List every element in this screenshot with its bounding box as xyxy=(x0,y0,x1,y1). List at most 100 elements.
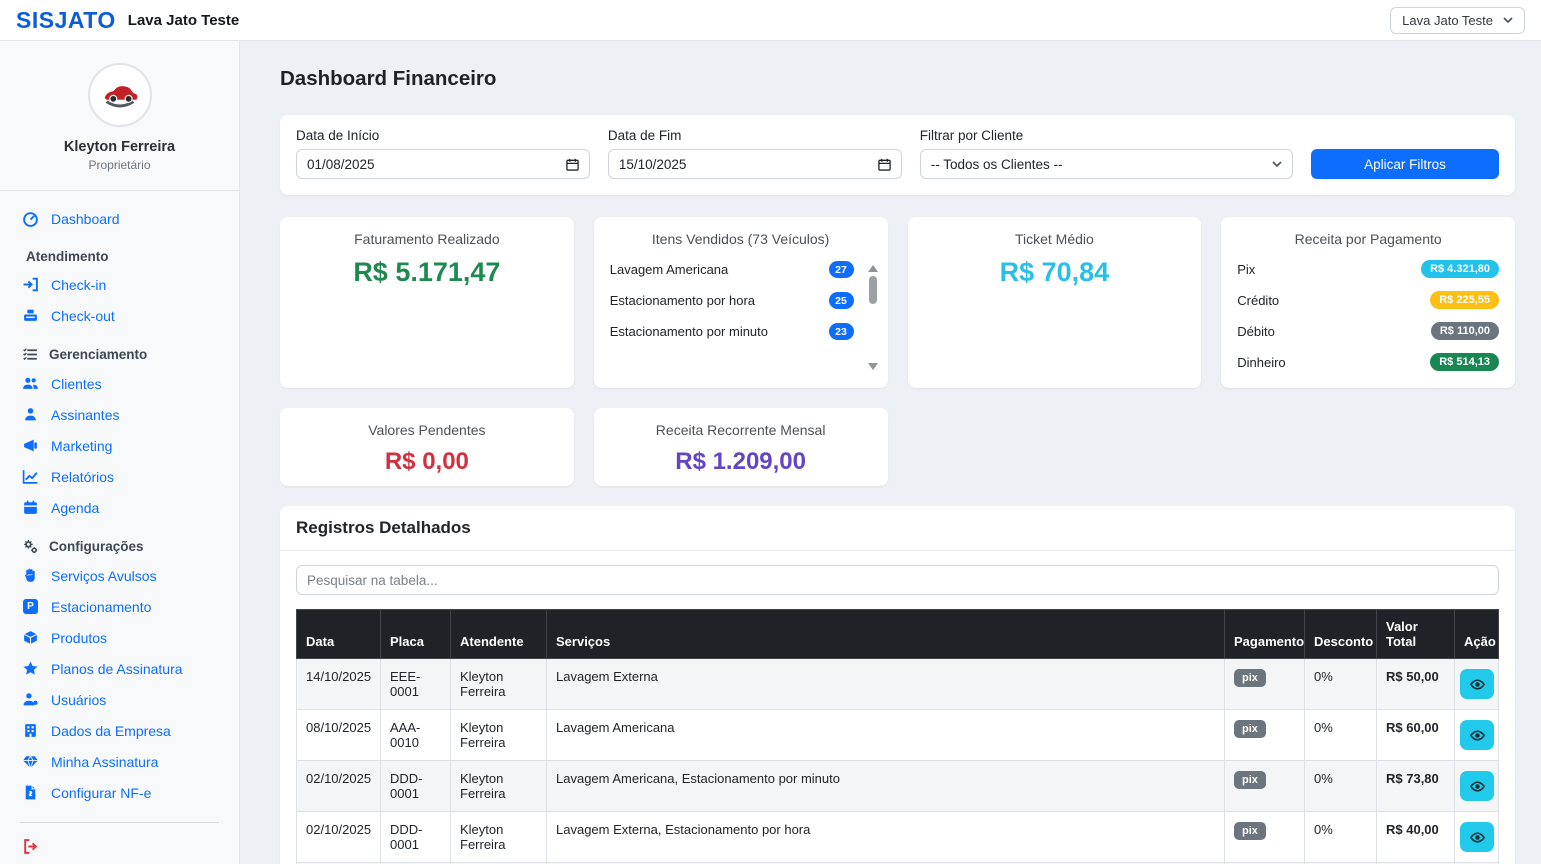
tenant-selected-label: Lava Jato Teste xyxy=(1402,13,1493,28)
sidebar-item-usuarios[interactable]: Usuários xyxy=(12,684,227,715)
eye-icon xyxy=(1469,778,1486,795)
cell-valor-total: R$ 60,00 xyxy=(1377,710,1455,761)
filter-start-date: Data de Início xyxy=(296,128,590,179)
card-title: Valores Pendentes xyxy=(296,422,558,438)
person-icon xyxy=(22,406,39,423)
sidebar-item-planos[interactable]: Planos de Assinatura xyxy=(12,653,227,684)
card-faturamento: Faturamento Realizado R$ 5.171,47 xyxy=(280,217,574,388)
company-name: Lava Jato Teste xyxy=(128,12,239,29)
user-gear-icon xyxy=(22,691,39,708)
payment-row: Débito R$ 110,00 xyxy=(1237,322,1499,340)
sidebar-item-estacionamento[interactable]: P Estacionamento xyxy=(12,591,227,622)
table-row: 02/10/2025 DDD-0001 Kleyton Ferreira Lav… xyxy=(297,812,1499,863)
apply-filters-button[interactable]: Aplicar Filtros xyxy=(1311,149,1499,179)
tenant-selector[interactable]: Lava Jato Teste xyxy=(1390,7,1525,34)
cell-placa: DDD-0001 xyxy=(381,812,451,863)
top-navbar: SISJATO Lava Jato Teste Lava Jato Teste xyxy=(0,0,1541,41)
sidebar-item-configurar-nfe[interactable]: Configurar NF-e xyxy=(12,777,227,808)
sidebar-item-label: Assinantes xyxy=(51,407,119,423)
sidebar-item-label: Marketing xyxy=(51,438,112,454)
table-header: Data Placa Atendente Serviços Pagamento … xyxy=(297,610,1499,659)
receita-recorrente-value: R$ 1.209,00 xyxy=(610,448,872,476)
hand-icon xyxy=(22,567,39,584)
card-title: Receita Recorrente Mensal xyxy=(610,422,872,438)
card-receita-recorrente: Receita Recorrente Mensal R$ 1.209,00 xyxy=(594,408,888,486)
cell-placa: AAA-0010 xyxy=(381,710,451,761)
card-itens-vendidos: Itens Vendidos (73 Veículos) Lavagem Ame… xyxy=(594,217,888,388)
end-date-input[interactable] xyxy=(608,149,902,179)
payment-amount-badge: R$ 225,55 xyxy=(1430,291,1499,309)
sidebar-item-servicos-avulsos[interactable]: Serviços Avulsos xyxy=(12,560,227,591)
eye-icon xyxy=(1469,676,1486,693)
scrollbar-thumb[interactable] xyxy=(869,276,877,304)
sidebar-item-dashboard[interactable]: Dashboard xyxy=(12,203,227,234)
cell-desconto: 0% xyxy=(1305,659,1377,710)
chart-line-icon xyxy=(22,468,39,485)
stat-cards-row-2: Valores Pendentes R$ 0,00 Receita Recorr… xyxy=(280,408,1515,486)
table-section-header: Registros Detalhados xyxy=(280,506,1515,551)
sidebar-item-minha-assinatura[interactable]: Minha Assinatura xyxy=(12,746,227,777)
col-header-desconto: Desconto xyxy=(1305,610,1377,659)
cell-pagamento: pix xyxy=(1225,710,1305,761)
view-record-button[interactable] xyxy=(1460,771,1494,801)
sidebar: Kleyton Ferreira Proprietário Dashboard … xyxy=(0,41,240,864)
table-row: 08/10/2025 AAA-0010 Kleyton Ferreira Lav… xyxy=(297,710,1499,761)
cell-servicos: Lavagem Externa, Estacionamento por hora xyxy=(547,812,1225,863)
view-record-button[interactable] xyxy=(1460,669,1494,699)
payment-label: Crédito xyxy=(1237,293,1279,308)
table-search[interactable] xyxy=(296,565,1499,595)
calendar-icon xyxy=(22,499,39,516)
payment-row: Crédito R$ 225,55 xyxy=(1237,291,1499,309)
sidebar-item-checkout[interactable]: Check-out xyxy=(12,300,227,331)
view-record-button[interactable] xyxy=(1460,720,1494,750)
sidebar-item-label: Check-in xyxy=(51,277,106,293)
sidebar-item-agenda[interactable]: Agenda xyxy=(12,492,227,523)
sidebar-item-label: Clientes xyxy=(51,376,102,392)
start-date-value[interactable] xyxy=(307,157,566,172)
car-logo-icon xyxy=(97,72,143,118)
sidebar-section-gerenciamento: Gerenciamento xyxy=(12,339,227,368)
sidebar-item-label: Planos de Assinatura xyxy=(51,661,183,677)
end-date-value[interactable] xyxy=(619,157,878,172)
view-record-button[interactable] xyxy=(1460,822,1494,852)
sold-item: Estacionamento por minuto 23 xyxy=(610,323,854,340)
count-badge: 25 xyxy=(829,292,854,309)
scroll-down-icon[interactable] xyxy=(868,363,878,370)
sidebar-item-assinantes[interactable]: Assinantes xyxy=(12,399,227,430)
payment-amount-badge: R$ 514,13 xyxy=(1430,353,1499,371)
payment-method-badge: pix xyxy=(1234,771,1266,789)
star-icon xyxy=(22,660,39,677)
megaphone-icon xyxy=(22,437,39,454)
sidebar-item-clientes[interactable]: Clientes xyxy=(12,368,227,399)
sidebar-item-produtos[interactable]: Produtos xyxy=(12,622,227,653)
cell-pagamento: pix xyxy=(1225,659,1305,710)
list-scrollbar[interactable] xyxy=(868,265,878,370)
gem-icon xyxy=(22,753,39,770)
sidebar-item-dados-empresa[interactable]: Dados da Empresa xyxy=(12,715,227,746)
eye-icon xyxy=(1469,727,1486,744)
sidebar-item-relatorios[interactable]: Relatórios xyxy=(12,461,227,492)
cell-servicos: Lavagem Americana, Estacionamento por mi… xyxy=(547,761,1225,812)
gears-icon xyxy=(22,538,39,555)
payment-method-badge: pix xyxy=(1234,669,1266,687)
sidebar-item-logout[interactable] xyxy=(12,831,227,862)
eye-icon xyxy=(1469,829,1486,846)
client-select[interactable]: -- Todos os Clientes -- xyxy=(920,149,1293,179)
cell-pagamento: pix xyxy=(1225,812,1305,863)
card-title: Faturamento Realizado xyxy=(296,231,558,247)
invoice-file-icon xyxy=(22,784,39,801)
col-header-data: Data xyxy=(297,610,381,659)
payment-row: Pix R$ 4.321,80 xyxy=(1237,260,1499,278)
sold-item-label: Estacionamento por hora xyxy=(610,293,755,308)
detailed-records-section: Registros Detalhados Data Placa Atendent… xyxy=(280,506,1515,864)
table-search-input[interactable] xyxy=(307,573,1488,588)
start-date-input[interactable] xyxy=(296,149,590,179)
chevron-down-icon xyxy=(1272,159,1282,169)
sidebar-item-checkin[interactable]: Check-in xyxy=(12,269,227,300)
scroll-up-icon[interactable] xyxy=(868,265,878,272)
payment-label: Dinheiro xyxy=(1237,355,1285,370)
sidebar-section-configuracoes: Configurações xyxy=(12,531,227,560)
sidebar-item-marketing[interactable]: Marketing xyxy=(12,430,227,461)
cell-valor-total: R$ 73,80 xyxy=(1377,761,1455,812)
cell-desconto: 0% xyxy=(1305,761,1377,812)
